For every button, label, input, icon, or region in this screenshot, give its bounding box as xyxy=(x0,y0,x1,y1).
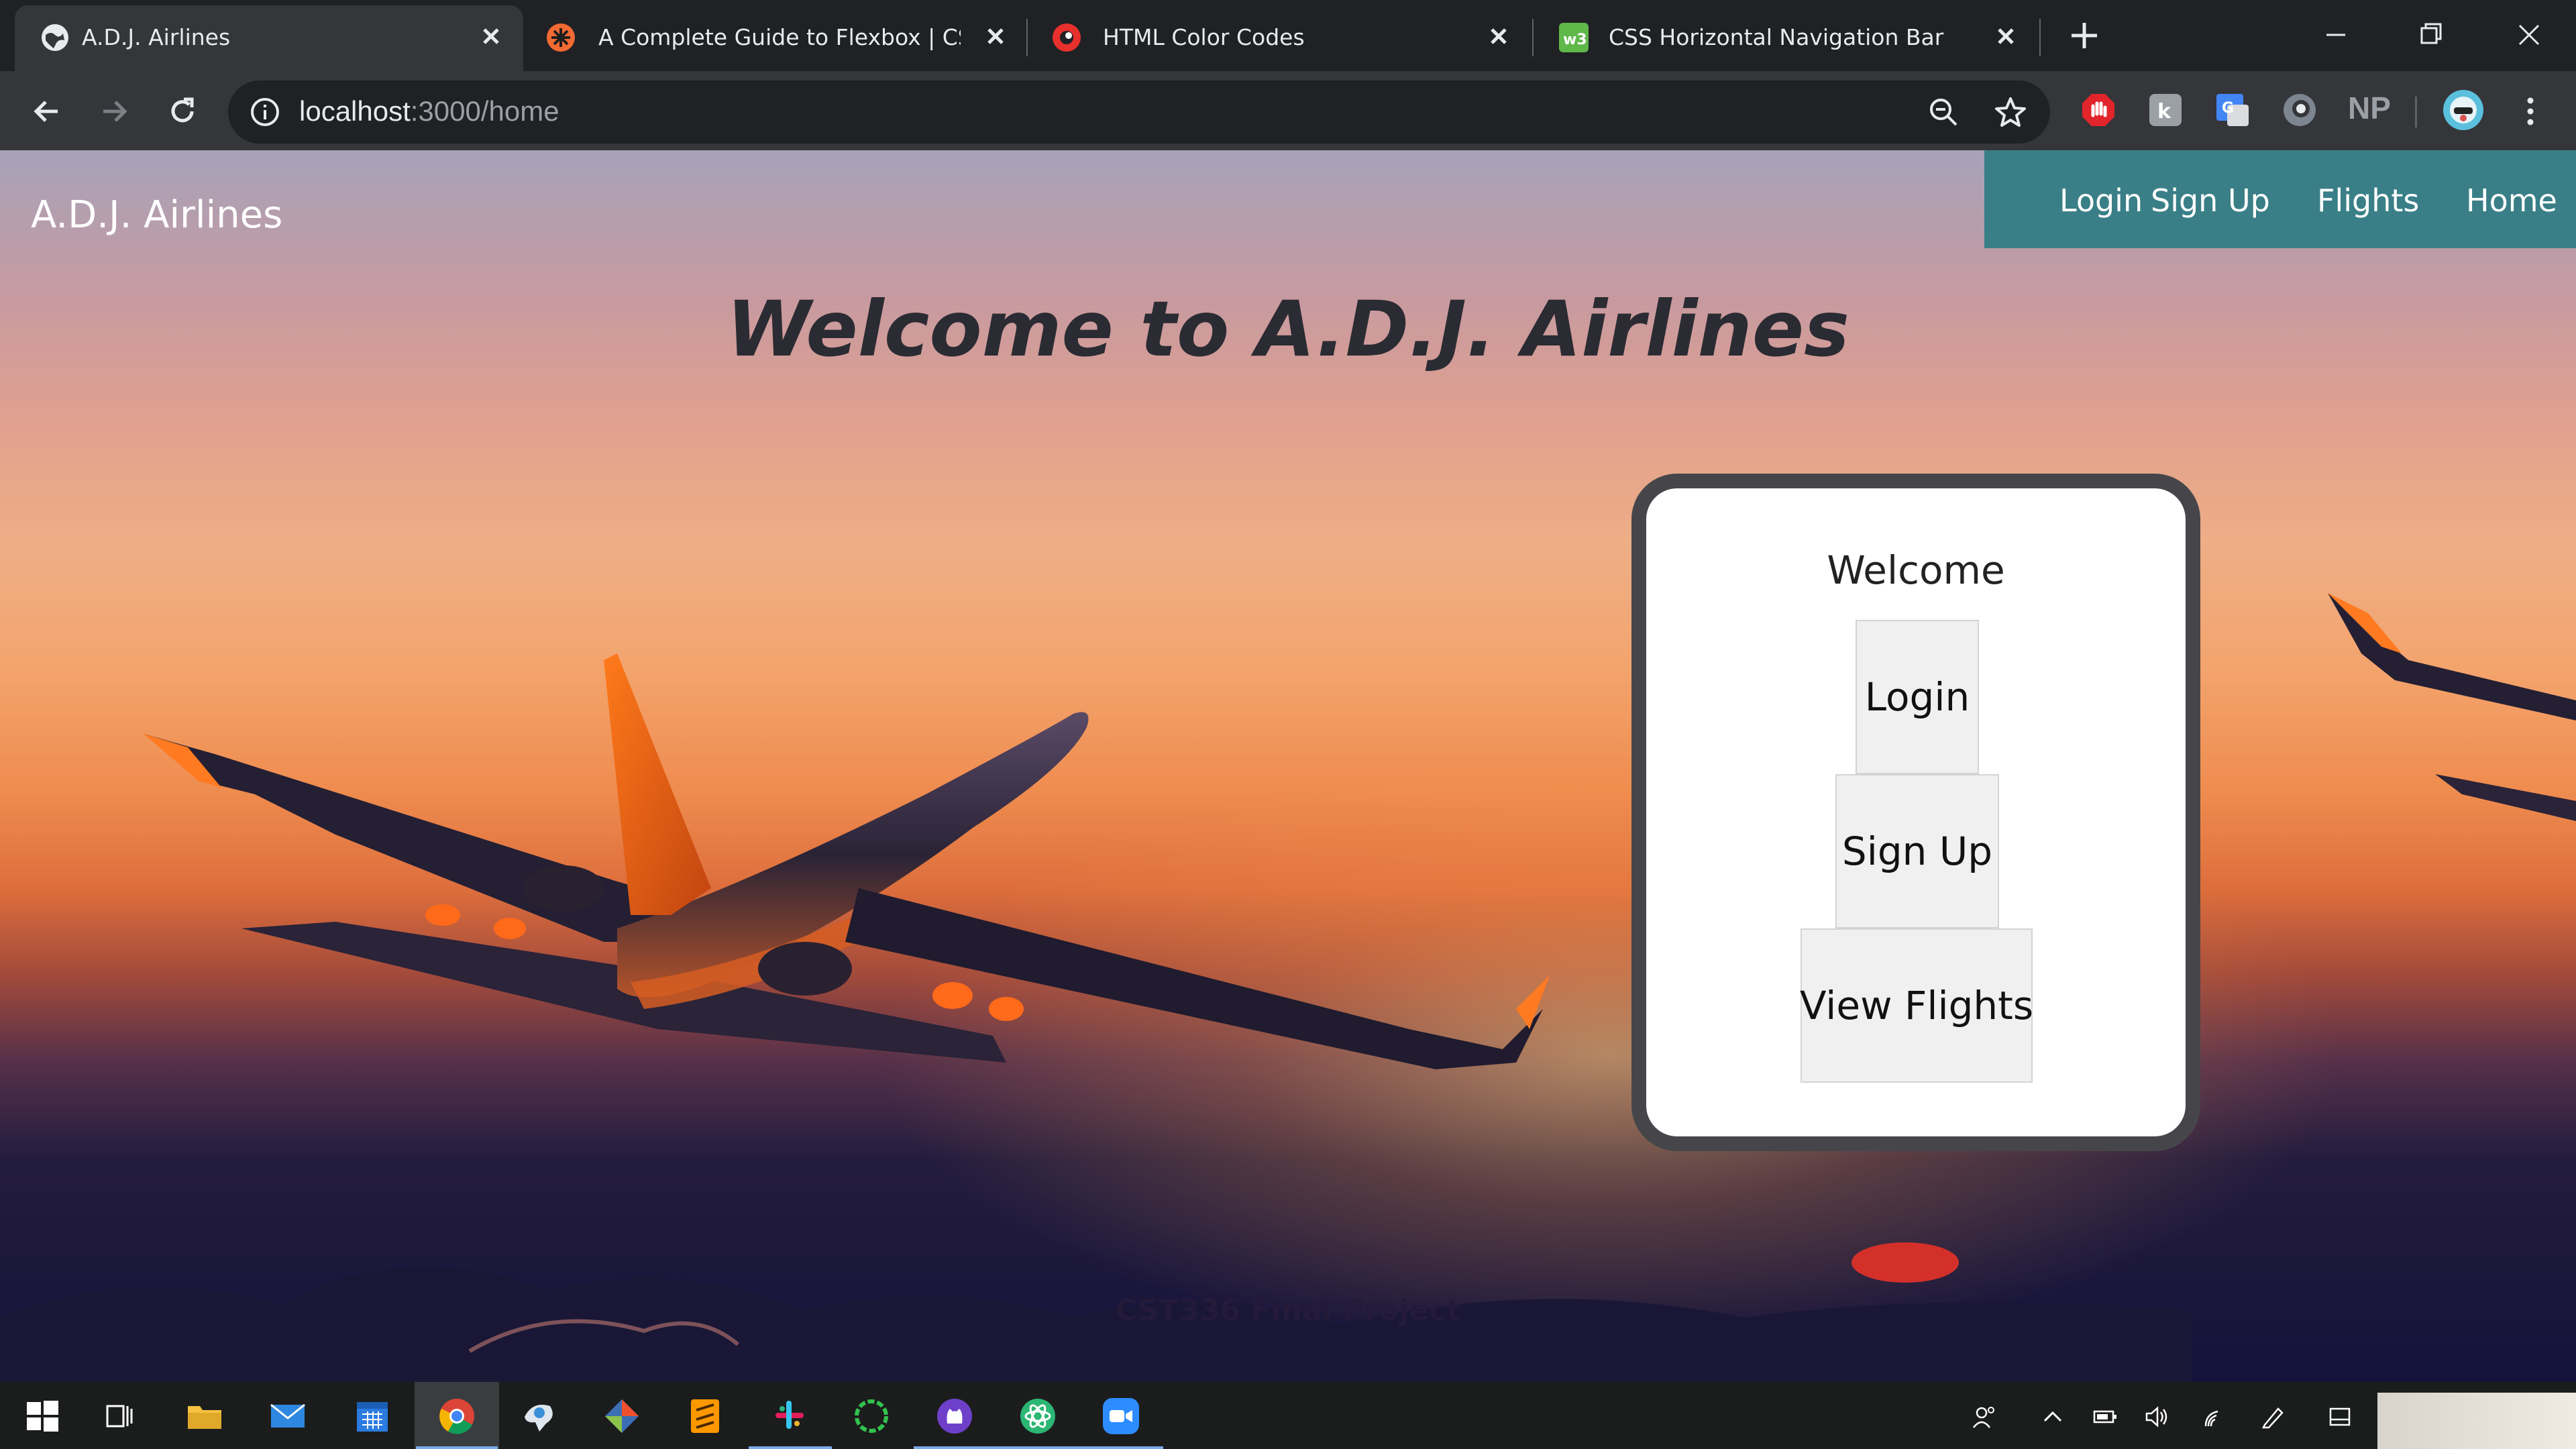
spinner-app-icon[interactable] xyxy=(852,1397,891,1436)
globe-icon xyxy=(42,24,68,51)
address-bar[interactable]: localhost:3000/home xyxy=(228,80,2050,144)
extension-icon[interactable]: k xyxy=(2147,91,2184,129)
tab-title: A Complete Guide to Flexbox | CSS-Tricks xyxy=(598,24,961,50)
reload-icon[interactable] xyxy=(162,91,203,131)
welcome-heading: Welcome xyxy=(1827,547,2005,593)
running-indicator xyxy=(914,1446,997,1449)
calendar-icon[interactable] xyxy=(353,1397,392,1436)
close-icon[interactable] xyxy=(979,20,1012,52)
svg-text:w3: w3 xyxy=(1563,32,1587,48)
login-button[interactable]: Login xyxy=(1856,620,1979,774)
running-indicator xyxy=(749,1446,832,1449)
minimize-icon[interactable] xyxy=(2316,15,2356,55)
people-icon[interactable] xyxy=(1971,1403,1998,1430)
menu-icon[interactable] xyxy=(2510,91,2551,131)
electron-app-icon[interactable] xyxy=(1018,1397,1057,1436)
restore-icon[interactable] xyxy=(2411,15,2451,55)
tab-title: A.D.J. Airlines xyxy=(82,24,231,50)
close-icon[interactable] xyxy=(1990,20,2022,52)
svg-text:k: k xyxy=(2157,100,2171,123)
nav-sign-up[interactable]: Sign Up xyxy=(2151,182,2270,219)
sign-up-button[interactable]: Sign Up xyxy=(1835,774,1999,928)
np-extension[interactable]: NP xyxy=(2348,90,2391,126)
tab-html-color-codes[interactable]: HTML Color Codes xyxy=(1033,5,1531,71)
site-nav: Login Sign Up Flights Home xyxy=(1984,150,2576,248)
close-icon[interactable] xyxy=(1483,20,1515,52)
airplane-image-repeat xyxy=(2328,593,2576,821)
extension-icon[interactable] xyxy=(2281,91,2318,129)
sublime-text-icon[interactable] xyxy=(686,1397,724,1436)
tab-separator xyxy=(1026,19,1028,56)
w3schools-icon: w3 xyxy=(1559,23,1589,52)
toolbar-divider xyxy=(2415,97,2417,127)
airplane-image xyxy=(144,653,1550,1069)
color-codes-icon xyxy=(1053,23,1081,52)
windows-start-icon[interactable] xyxy=(23,1397,62,1436)
tab-strip: A.D.J. Airlines A Complete Guide to Flex… xyxy=(0,0,2576,71)
tab-separator xyxy=(2039,19,2041,56)
active-indicator xyxy=(416,1446,498,1449)
adblock-icon[interactable] xyxy=(2080,91,2117,129)
info-icon[interactable] xyxy=(250,97,280,127)
new-tab-icon[interactable] xyxy=(2066,17,2102,54)
gitkraken-icon[interactable] xyxy=(602,1397,641,1436)
windows-taskbar xyxy=(0,1382,2576,1449)
file-explorer-icon[interactable] xyxy=(185,1397,224,1436)
view-flights-button[interactable]: View Flights xyxy=(1800,928,2033,1083)
nav-home[interactable]: Home xyxy=(2466,182,2557,219)
zoom-icon[interactable] xyxy=(1102,1397,1140,1436)
chevron-up-icon[interactable] xyxy=(2039,1403,2066,1430)
tab-css-tricks[interactable]: A Complete Guide to Flexbox | CSS-Tricks xyxy=(529,5,1020,71)
close-icon[interactable] xyxy=(475,20,507,52)
nav-flights[interactable]: Flights xyxy=(2317,182,2419,219)
url-host: localhost xyxy=(299,95,411,127)
tab-title: CSS Horizontal Navigation Bar xyxy=(1609,24,1944,50)
zoom-out-icon[interactable] xyxy=(1927,95,1960,129)
back-icon[interactable] xyxy=(27,91,67,131)
clouds-image xyxy=(0,1242,2191,1382)
forward-icon[interactable] xyxy=(94,91,134,131)
task-view-icon[interactable] xyxy=(101,1397,140,1436)
footer-text: CST336 Final Project xyxy=(1115,1293,1461,1328)
page-title: Welcome to A.D.J. Airlines xyxy=(726,284,1850,374)
star-icon[interactable] xyxy=(1994,95,2027,129)
chrome-icon[interactable] xyxy=(437,1397,476,1436)
pen-icon[interactable] xyxy=(2259,1403,2286,1430)
profile-avatar[interactable] xyxy=(2442,89,2485,131)
tab-title: HTML Color Codes xyxy=(1103,24,1305,50)
nav-login[interactable]: Login xyxy=(2059,182,2143,219)
webcam-thumbnail xyxy=(2377,1393,2576,1449)
page-viewport: A.D.J. Airlines Login Sign Up Flights Ho… xyxy=(0,150,2576,1382)
running-indicator xyxy=(1080,1446,1163,1449)
mail-icon[interactable] xyxy=(268,1397,307,1436)
welcome-card: Welcome Login Sign Up View Flights xyxy=(1631,474,2200,1151)
browser-toolbar: localhost:3000/home k G NP xyxy=(0,71,2576,150)
github-desktop-icon[interactable] xyxy=(935,1397,974,1436)
paint-3d-icon[interactable] xyxy=(519,1397,558,1436)
slack-icon[interactable] xyxy=(770,1397,809,1436)
wifi-icon[interactable] xyxy=(2202,1403,2229,1430)
tab-css-nav-bar[interactable]: w3 CSS Horizontal Navigation Bar xyxy=(1539,5,2038,71)
tab-adj-airlines[interactable]: A.D.J. Airlines xyxy=(15,5,523,71)
battery-icon[interactable] xyxy=(2092,1403,2118,1430)
site-brand[interactable]: A.D.J. Airlines xyxy=(31,193,282,237)
running-indicator xyxy=(997,1446,1080,1449)
svg-text:G: G xyxy=(2222,100,2234,117)
close-window-icon[interactable] xyxy=(2509,15,2549,55)
volume-icon[interactable] xyxy=(2144,1403,2171,1430)
action-center-icon[interactable] xyxy=(2326,1403,2353,1430)
translate-icon[interactable]: G xyxy=(2214,91,2251,129)
css-tricks-icon xyxy=(547,23,575,52)
url-path: :3000/home xyxy=(410,95,559,127)
url-text: localhost:3000/home xyxy=(299,95,559,127)
tab-separator xyxy=(1532,19,1534,56)
